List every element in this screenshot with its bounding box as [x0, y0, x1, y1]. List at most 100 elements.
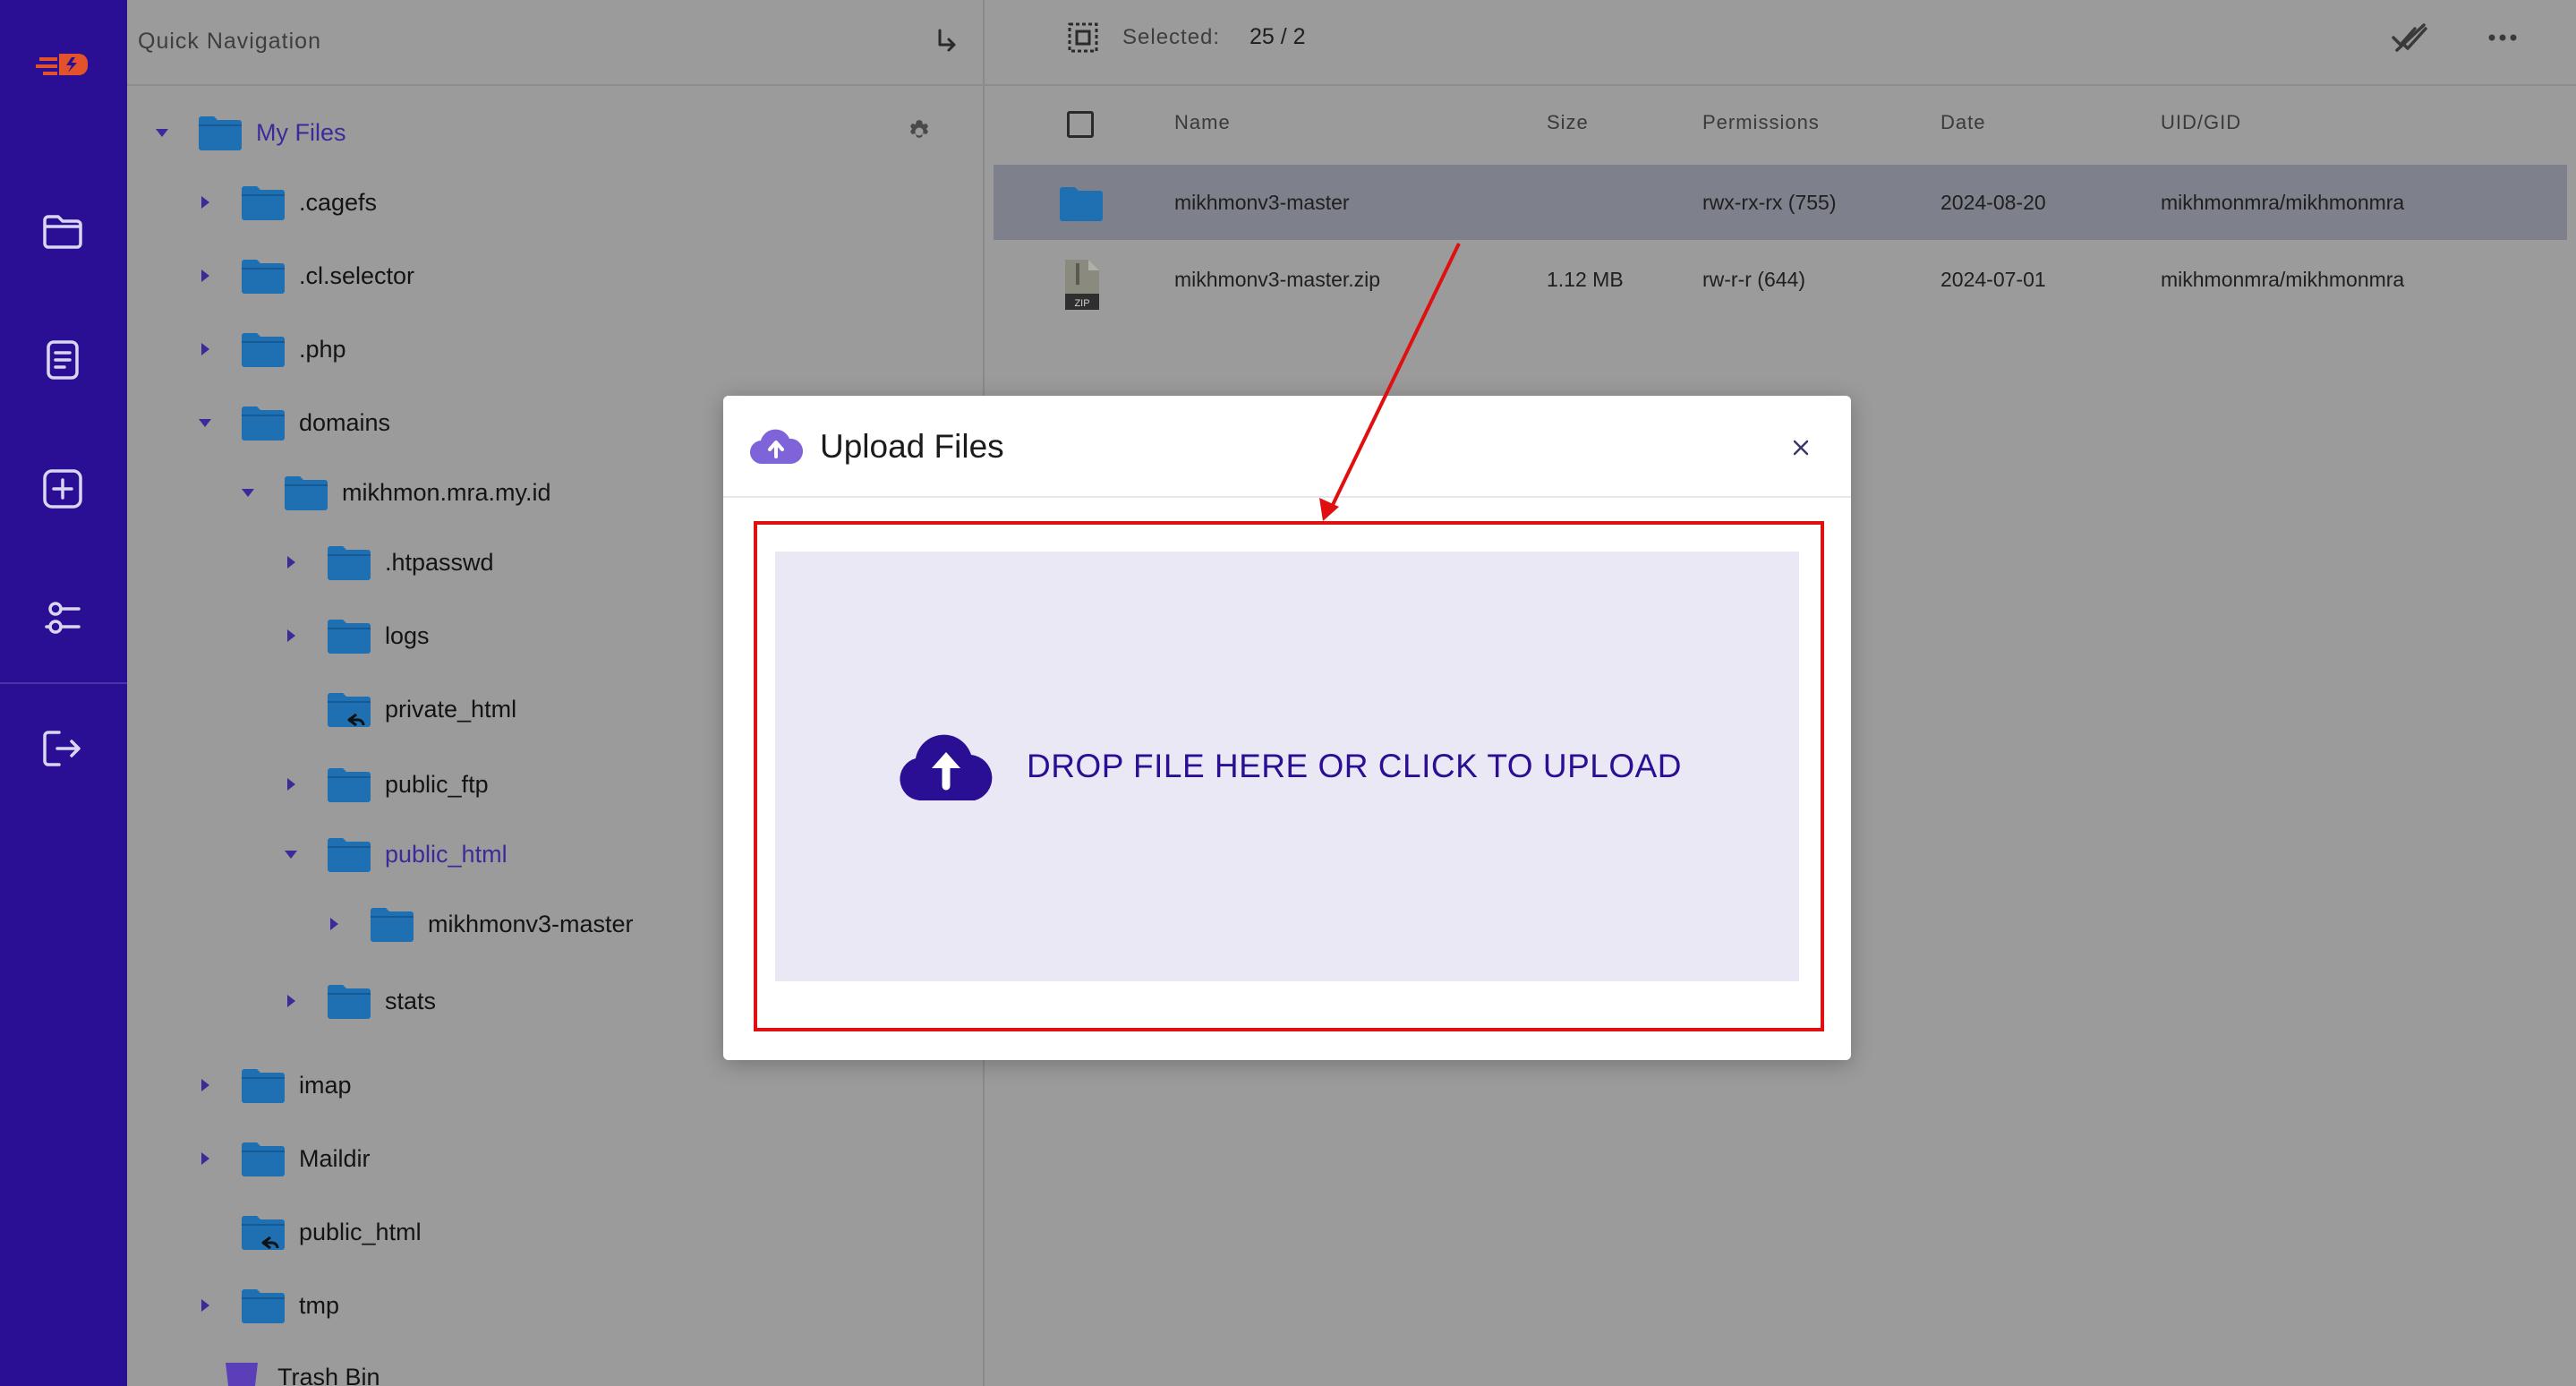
settings-sliders-icon[interactable] [38, 593, 88, 643]
folder-icon [369, 904, 415, 944]
dialog-title: Upload Files [820, 428, 1004, 465]
tree-item[interactable]: mikhmon.mra.my.id [238, 466, 551, 519]
caret-down-icon[interactable] [152, 123, 172, 142]
tree-item[interactable]: mikhmonv3-master [324, 897, 634, 951]
select-all-checkbox[interactable] [1067, 111, 1094, 138]
folder-link-icon [240, 1212, 286, 1252]
tree-item-label: mikhmon.mra.my.id [342, 478, 551, 506]
caret-right-icon[interactable] [195, 1075, 215, 1095]
brand-logo-icon[interactable] [32, 47, 95, 82]
file-name: mikhmonv3-master.zip [1174, 268, 1381, 291]
selected-count: 25 / 2 [1250, 24, 1306, 49]
column-date[interactable]: Date [1941, 111, 1985, 134]
select-all-icon[interactable] [1067, 21, 1099, 54]
column-name[interactable]: Name [1174, 111, 1231, 134]
tree-item[interactable]: tmp [195, 1279, 339, 1332]
tree-item[interactable]: public_html [195, 1205, 422, 1259]
tree-item[interactable]: public_html [281, 827, 508, 881]
caret-right-icon[interactable] [195, 339, 215, 359]
table-row[interactable]: ZIP mikhmonv3-master.zip 1.12 MB rw-r-r … [994, 242, 2567, 317]
tree-item-label: imap [299, 1071, 352, 1099]
tree-item[interactable]: .htpasswd [281, 535, 494, 589]
column-uid-gid[interactable]: UID/GID [2161, 111, 2241, 134]
caret-down-icon[interactable] [195, 413, 215, 432]
deselect-all-icon[interactable] [2390, 20, 2431, 56]
tree-item[interactable]: Trash Bin [174, 1350, 380, 1386]
file-name: mikhmonv3-master [1174, 191, 1350, 214]
folder-icon [240, 256, 286, 295]
tree-item-label: mikhmonv3-master [428, 910, 634, 937]
selected-label: Selected: [1122, 25, 1221, 49]
file-owner: mikhmonmra/mikhmonmra [2161, 268, 2405, 291]
caret-right-icon[interactable] [195, 192, 215, 212]
caret-right-icon[interactable] [195, 1296, 215, 1315]
caret-down-icon[interactable] [238, 483, 258, 502]
close-icon[interactable] [1788, 435, 1813, 460]
folder-icon [240, 1286, 286, 1325]
tree-item[interactable]: logs [281, 609, 430, 663]
table-header: Name Size Permissions Date UID/GID [994, 98, 2567, 149]
tree-item-label: private_html [385, 695, 517, 723]
tree-item-label: .cagefs [299, 188, 378, 216]
folder-link-icon [326, 689, 372, 729]
tree-item[interactable]: Maildir [195, 1132, 371, 1185]
caret-placeholder [195, 1222, 215, 1242]
upload-dropzone[interactable]: DROP FILE HERE OR CLICK TO UPLOAD [775, 552, 1799, 981]
tree-item[interactable]: .cagefs [195, 175, 377, 229]
tree-item-label: My Files [256, 118, 346, 146]
caret-down-icon[interactable] [281, 844, 301, 864]
dropzone-text: DROP FILE HERE OR CLICK TO UPLOAD [1026, 748, 1683, 784]
caret-placeholder [281, 699, 301, 719]
folder-icon [240, 183, 286, 222]
folder-icon [240, 1139, 286, 1178]
caret-right-icon[interactable] [281, 552, 301, 572]
caret-right-icon[interactable] [281, 774, 301, 794]
file-date: 2024-08-20 [1941, 191, 2046, 214]
go-to-path-icon[interactable] [933, 25, 961, 57]
file-permissions: rw-r-r (644) [1702, 268, 1805, 291]
tree-item[interactable]: public_ftp [281, 757, 489, 811]
file-date: 2024-07-01 [1941, 268, 2046, 291]
cloud-upload-icon [892, 729, 1000, 804]
folder-icon [1058, 181, 1105, 226]
tree-item-label: .cl.selector [299, 261, 415, 289]
column-size[interactable]: Size [1547, 111, 1589, 134]
tree-item-label: domains [299, 408, 391, 436]
caret-right-icon[interactable] [281, 626, 301, 646]
column-permissions[interactable]: Permissions [1702, 111, 1820, 134]
tree-item-label: public_ftp [385, 770, 489, 798]
folder-icon [283, 473, 329, 512]
tree-item-label: .php [299, 335, 346, 363]
more-options-icon[interactable] [2485, 20, 2521, 56]
tree-item-label: Trash Bin [277, 1363, 380, 1386]
tree-item-my-files[interactable]: My Files [152, 106, 346, 159]
folder-icon [326, 834, 372, 874]
tree-item[interactable]: imap [195, 1058, 352, 1112]
dialog-header: Upload Files [723, 396, 1851, 498]
caret-right-icon[interactable] [195, 1149, 215, 1168]
caret-right-icon[interactable] [324, 914, 344, 934]
trash-bin-icon [218, 1357, 265, 1386]
caret-placeholder [174, 1367, 193, 1386]
folder-icon[interactable] [38, 206, 88, 256]
rail-divider [0, 682, 127, 684]
tree-item-label: stats [385, 987, 437, 1014]
quick-navigation-title: Quick Navigation [138, 29, 321, 54]
tree-item[interactable]: private_html [281, 682, 516, 736]
logout-icon[interactable] [38, 723, 88, 774]
tree-item[interactable]: .php [195, 322, 346, 376]
tree-item[interactable]: .cl.selector [195, 249, 414, 303]
caret-right-icon[interactable] [281, 991, 301, 1011]
tree-item[interactable]: domains [195, 396, 390, 449]
caret-right-icon[interactable] [195, 266, 215, 286]
gear-icon[interactable] [904, 116, 934, 147]
folder-icon [326, 981, 372, 1021]
app-rail [0, 0, 127, 1386]
tree-item[interactable]: stats [281, 974, 436, 1028]
tree-item-label: Maildir [299, 1144, 371, 1172]
tree-item-label: tmp [299, 1291, 340, 1319]
document-icon[interactable] [38, 335, 88, 385]
table-row[interactable]: mikhmonv3-master rwx-rx-rx (755) 2024-08… [994, 165, 2567, 240]
folder-icon [240, 403, 286, 442]
add-icon[interactable] [38, 464, 88, 514]
